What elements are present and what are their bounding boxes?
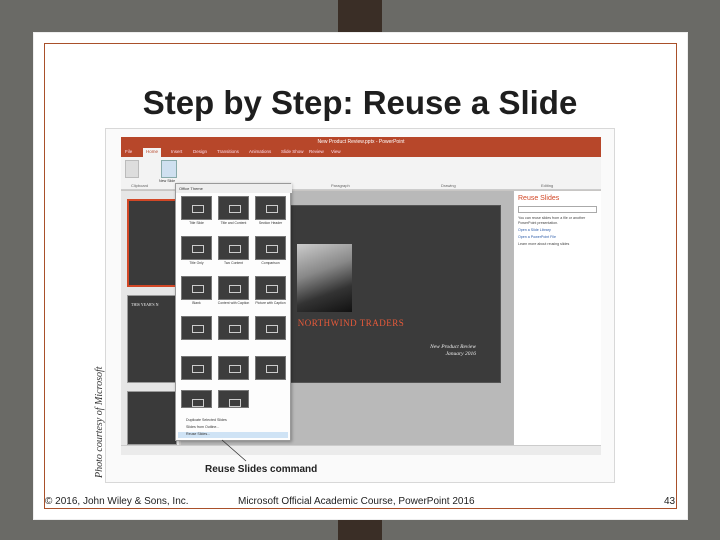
callout-label: Reuse Slides command xyxy=(205,464,318,475)
footer-copyright: © 2016, John Wiley & Sons, Inc. xyxy=(45,496,189,507)
callout-arrow xyxy=(221,439,247,462)
page-number: 43 xyxy=(664,496,676,507)
footer-course: Microsoft Official Academic Course, Powe… xyxy=(238,496,475,507)
